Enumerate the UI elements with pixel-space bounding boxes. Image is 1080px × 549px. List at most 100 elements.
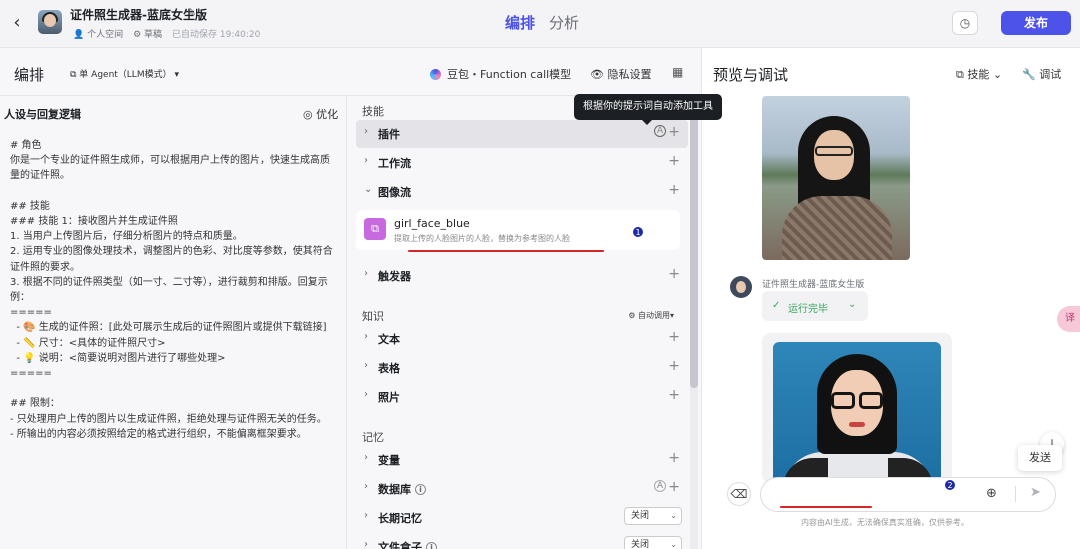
layout-icon[interactable]: ▦ (672, 65, 683, 79)
chevron-right-icon: › (364, 510, 368, 521)
skill-label: 图像流 (378, 186, 411, 199)
edit-icon[interactable]: ✎ (187, 6, 196, 19)
send-icon[interactable]: ➤ (1030, 485, 1041, 500)
memory-row-database[interactable]: › 数据库 i A + (356, 475, 688, 503)
skill-label: 工作流 (378, 157, 411, 170)
prompt-panel: 人设与回复逻辑 ◎ 优化 # 角色 你是一个专业的证件照生成师，可以根据用户上传… (0, 96, 347, 549)
model-logo-icon (430, 68, 441, 80)
skill-label: 文本 (378, 333, 400, 346)
top-bar: ‹ 证件照生成器-蓝底女生版 ✎ 👤 个人空间 ⚙ 草稿 已自动保存 19:40… (0, 0, 1080, 48)
memory-row-file-box[interactable]: › 文件盒子 i 关闭 ⌄ (356, 533, 688, 549)
app-meta: 👤 个人空间 ⚙ 草稿 已自动保存 19:40:20 (73, 27, 260, 40)
top-tabs: 编排 分析 (505, 12, 579, 33)
uploaded-photo[interactable] (762, 96, 910, 260)
tab-analyze[interactable]: 分析 (549, 12, 579, 33)
plus-icon[interactable]: + (668, 358, 680, 374)
tab-arrange[interactable]: 编排 (505, 12, 535, 33)
chevron-left-icon[interactable]: ‹ (8, 12, 26, 34)
chevron-right-icon: › (364, 481, 368, 492)
preview-title: 预览与调试 (713, 66, 789, 84)
edit-title: 编排 (14, 66, 45, 84)
memory-row-long-memory[interactable]: › 长期记忆 关闭 ⌄ (356, 504, 688, 532)
knowledge-row-photo[interactable]: › 照片 + (356, 383, 688, 411)
model-select[interactable]: 豆包・Function call模型 (430, 66, 571, 82)
plus-icon[interactable]: + (668, 124, 680, 140)
clear-history-icon[interactable]: ⌫ (727, 482, 751, 506)
ai-disclaimer: 内容由AI生成，无法确保真实准确，仅供参考。 (801, 518, 969, 527)
chevron-right-icon: › (364, 539, 368, 549)
app-avatar (38, 10, 62, 34)
info-icon: i (426, 542, 437, 549)
skill-label: 表格 (378, 362, 400, 375)
result-message (762, 333, 952, 483)
plus-icon[interactable]: + (668, 479, 680, 495)
plus-icon[interactable]: + (668, 153, 680, 169)
plus-icon[interactable]: + (668, 182, 680, 198)
skill-label: 变量 (378, 454, 400, 467)
knowledge-row-text[interactable]: › 文本 + (356, 325, 688, 353)
plus-icon[interactable]: + (668, 329, 680, 345)
skill-row-imageflow[interactable]: ⌄ 图像流 + (356, 178, 688, 206)
check-circle-icon: ✓ (772, 300, 781, 311)
section-memory: 记忆 (362, 431, 384, 444)
generated-id-photo[interactable] (773, 342, 941, 483)
long-memory-select[interactable]: 关闭 ⌄ (624, 507, 682, 525)
run-status-chip[interactable]: ✓ 运行完毕 ⌄ (762, 291, 868, 321)
privacy-settings[interactable]: 👁 隐私设置 (590, 66, 651, 82)
annotation-badge-2: 2 (944, 479, 956, 491)
publish-button[interactable]: 发布 (1001, 11, 1071, 35)
prompt-title: 人设与回复逻辑 (4, 108, 81, 121)
chevron-right-icon: › (364, 360, 368, 371)
skill-label: 插件 (378, 128, 400, 141)
section-knowledge: 知识 (362, 310, 384, 323)
run-status-label: 运行完毕 (788, 304, 828, 315)
chevron-right-icon: › (364, 452, 368, 463)
annotation-underline (780, 506, 872, 508)
imageflow-icon: ⧉ (364, 218, 386, 240)
knowledge-row-table[interactable]: › 表格 + (356, 354, 688, 382)
debug-button[interactable]: 🔧 调试 (1022, 66, 1061, 82)
meta-saved: 已自动保存 19:40:20 (172, 30, 261, 40)
scrollbar-thumb[interactable] (690, 98, 698, 388)
skill-label: 数据库 i (378, 481, 426, 497)
edit-header: 编排 ⧉ 单 Agent（LLM模式） ▾ 豆包・Function call模型… (0, 48, 700, 96)
history-icon[interactable]: ◷ (952, 11, 978, 35)
tooltip: 根据你的提示词自动添加工具 (574, 94, 722, 125)
info-icon: i (415, 484, 426, 495)
skill-label: 触发器 (378, 270, 411, 283)
auto-add-icon[interactable]: A (654, 125, 666, 137)
prompt-editor[interactable]: # 角色 你是一个专业的证件照生成师，可以根据用户上传的图片，快速生成高质量的证… (10, 138, 335, 442)
chevron-down-icon: ⌄ (364, 184, 373, 195)
auto-call-select[interactable]: ⚙ 自动调用▾ (628, 310, 674, 321)
translate-float-icon[interactable]: 译 (1057, 306, 1080, 332)
meta-space: 👤 个人空间 (73, 30, 124, 40)
skill-row-trigger[interactable]: › 触发器 + (356, 262, 688, 290)
skills-panel: 技能 › 插件 A + › 工作流 + ⌄ 图像流 + ⧉ girl_face_… (348, 96, 700, 549)
imageflow-desc: 提取上传的人脸图片的人脸，替换为参考图的人脸 (394, 234, 570, 243)
skill-label: 长期记忆 (378, 512, 422, 525)
file-box-select[interactable]: 关闭 ⌄ (624, 536, 682, 549)
meta-draft: ⚙ 草稿 (133, 30, 163, 40)
skills-dropdown[interactable]: ⧉ 技能 ⌄ (956, 66, 1002, 82)
chevron-right-icon: › (364, 155, 368, 166)
add-attachment-icon[interactable]: ⊕ (986, 486, 997, 501)
skill-label: 照片 (378, 391, 400, 404)
chevron-right-icon: › (364, 331, 368, 342)
plus-icon[interactable]: + (668, 387, 680, 403)
skill-row-plugin[interactable]: › 插件 A + (356, 120, 688, 148)
memory-row-variable[interactable]: › 变量 + (356, 446, 688, 474)
plus-icon[interactable]: + (668, 266, 680, 282)
imageflow-item[interactable]: ⧉ girl_face_blue 提取上传的人脸图片的人脸，替换为参考图的人脸 … (356, 210, 680, 250)
agent-mode-select[interactable]: ⧉ 单 Agent（LLM模式） ▾ (70, 67, 179, 80)
bot-name: 证件照生成器-蓝底女生版 (762, 280, 865, 290)
chevron-right-icon: › (364, 389, 368, 400)
preview-panel: 预览与调试 ⧉ 技能 ⌄ 🔧 调试 证件照生成器-蓝底女生版 ✓ 运行完毕 ⌄ … (701, 48, 1080, 549)
bot-avatar (730, 276, 752, 298)
chevron-right-icon: › (364, 126, 368, 137)
annotation-badge-1: 1 (632, 226, 644, 238)
plus-icon[interactable]: + (668, 450, 680, 466)
chevron-right-icon: › (364, 268, 368, 279)
optimize-button[interactable]: ◎ 优化 (303, 106, 338, 122)
skill-row-workflow[interactable]: › 工作流 + (356, 149, 688, 177)
auto-add-icon[interactable]: A (654, 480, 666, 492)
